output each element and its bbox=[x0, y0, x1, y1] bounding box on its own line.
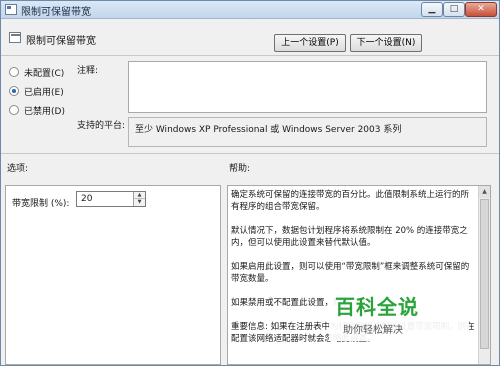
next-setting-button[interactable]: 下一个设置(N) bbox=[350, 34, 422, 52]
platform-value: 至少 Windows XP Professional 或 Windows Ser… bbox=[128, 117, 487, 147]
minimize-button[interactable]: ▁ bbox=[421, 2, 443, 17]
policy-setting-icon bbox=[9, 32, 21, 43]
maximize-icon: □ bbox=[449, 4, 459, 14]
window-title: 限制可保留带宽 bbox=[21, 7, 91, 18]
options-panel: 带宽限制 (%): 20 ▲ ▼ bbox=[5, 185, 221, 365]
comment-label: 注释: bbox=[77, 66, 99, 76]
radio-disabled-dot[interactable] bbox=[9, 105, 19, 115]
radio-enabled-label: 已启用(E) bbox=[24, 88, 64, 98]
scroll-up-icon[interactable]: ▲ bbox=[479, 186, 490, 198]
help-paragraph: 确定系统可保留的连接带宽的百分比。此值限制系统上运行的所有程序的组合带宽保留。 bbox=[231, 190, 470, 212]
platform-label: 支持的平台: bbox=[77, 121, 126, 131]
close-button[interactable]: ✕ bbox=[465, 2, 497, 17]
minimize-icon: ▁ bbox=[428, 4, 436, 14]
help-paragraph: 如果启用此设置，则可以使用“带宽限制”框来调整系统可保留的带宽数量。 bbox=[231, 262, 470, 284]
radio-enabled-dot[interactable] bbox=[9, 86, 19, 96]
bandwidth-limit-value[interactable]: 20 bbox=[81, 194, 92, 204]
bandwidth-limit-label: 带宽限制 (%): bbox=[12, 199, 70, 209]
radio-not-configured-label: 未配置(C) bbox=[24, 69, 65, 79]
radio-disabled[interactable]: 已禁用(D) bbox=[9, 103, 109, 117]
bandwidth-limit-spinbox[interactable]: 20 ▲ ▼ bbox=[76, 191, 146, 207]
setting-header-title: 限制可保留带宽 bbox=[26, 36, 96, 47]
scroll-thumb[interactable] bbox=[480, 199, 489, 349]
previous-setting-button[interactable]: 上一个设置(P) bbox=[274, 34, 346, 52]
help-scrollbar[interactable]: ▲ bbox=[478, 186, 490, 364]
middle-divider bbox=[1, 153, 499, 154]
comment-textarea[interactable] bbox=[128, 61, 487, 113]
policy-document-icon bbox=[5, 4, 17, 15]
policy-setting-window: 限制可保留带宽 ▁ □ ✕ 限制可保留带宽 上一个设置(P) 下一个设置(N) … bbox=[0, 0, 500, 366]
help-paragraph: 默认情况下，数据包计划程序将系统限制在 20% 的连接带宽之内，但可以使用此设置… bbox=[231, 226, 468, 248]
radio-enabled[interactable]: 已启用(E) bbox=[9, 84, 109, 98]
title-bar[interactable]: 限制可保留带宽 ▁ □ ✕ bbox=[1, 1, 499, 19]
header-divider bbox=[1, 55, 499, 56]
watermark-sub-text: 助你轻松解决 bbox=[343, 325, 403, 336]
options-section-title: 选项: bbox=[7, 164, 29, 174]
spin-arrows: ▲ ▼ bbox=[133, 192, 145, 206]
help-section-title: 帮助: bbox=[229, 164, 251, 174]
spin-up-icon[interactable]: ▲ bbox=[134, 192, 145, 199]
spin-down-icon[interactable]: ▼ bbox=[134, 199, 145, 206]
watermark-logo: 百科全说 助你轻松解决 bbox=[329, 289, 469, 341]
close-icon: ✕ bbox=[477, 4, 485, 14]
watermark-main-text: 百科全说 bbox=[335, 295, 419, 319]
radio-disabled-label: 已禁用(D) bbox=[24, 107, 65, 117]
radio-not-configured-dot[interactable] bbox=[9, 67, 19, 77]
maximize-button[interactable]: □ bbox=[443, 2, 465, 17]
